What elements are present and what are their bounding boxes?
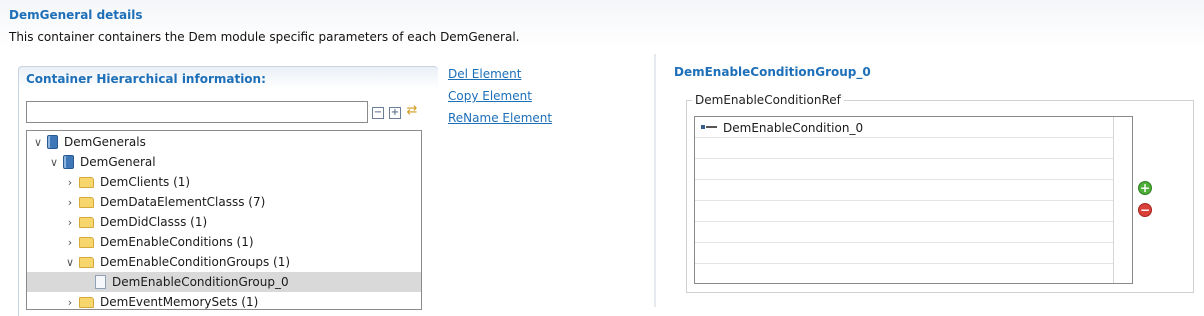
folder-icon bbox=[79, 176, 94, 188]
del-element-link[interactable]: Del Element bbox=[448, 67, 521, 81]
list-divider bbox=[695, 137, 1113, 138]
list-divider bbox=[695, 179, 1113, 180]
page-title: DemGeneral details bbox=[9, 8, 143, 22]
tree-node-demgeneral[interactable]: ∨ DemGeneral bbox=[27, 152, 421, 172]
chevron-right-icon[interactable]: › bbox=[63, 216, 77, 229]
tree-node-label: DemEnableConditions (1) bbox=[100, 235, 254, 249]
link-with-editor-icon[interactable]: ⇄ bbox=[405, 104, 419, 118]
container-icon bbox=[63, 155, 74, 169]
folder-icon bbox=[79, 216, 94, 228]
tree-node-demclients[interactable]: › DemClients (1) bbox=[27, 172, 421, 192]
page-description: This container containers the Dem module… bbox=[9, 30, 520, 44]
list-divider bbox=[695, 221, 1113, 222]
chevron-down-icon[interactable]: ∨ bbox=[47, 156, 61, 169]
chevron-right-icon[interactable]: › bbox=[63, 196, 77, 209]
container-tree[interactable]: ∨ DemGenerals ∨ DemGeneral › DemClients … bbox=[26, 130, 422, 310]
list-item[interactable]: DemEnableCondition_0 bbox=[701, 121, 863, 135]
tree-filter-input[interactable] bbox=[26, 101, 368, 123]
panel-divider bbox=[654, 54, 656, 307]
tree-node-label: DemClients (1) bbox=[100, 175, 191, 189]
rename-element-link[interactable]: ReName Element bbox=[448, 111, 552, 125]
chevron-right-icon[interactable]: › bbox=[63, 176, 77, 189]
copy-element-link[interactable]: Copy Element bbox=[448, 89, 532, 103]
list-column-divider bbox=[1113, 117, 1114, 283]
chevron-down-icon[interactable]: ∨ bbox=[63, 256, 77, 269]
reference-groupbox-label: DemEnableConditionRef bbox=[692, 93, 844, 107]
file-icon bbox=[95, 275, 106, 289]
list-divider bbox=[695, 200, 1113, 201]
list-item-label: DemEnableCondition_0 bbox=[723, 121, 864, 135]
tree-node-demenableconditiongroup-0[interactable]: DemEnableConditionGroup_0 bbox=[27, 272, 421, 292]
add-reference-button[interactable]: + bbox=[1138, 181, 1152, 195]
folder-open-icon bbox=[79, 256, 94, 268]
folder-icon bbox=[79, 296, 94, 308]
tree-node-label: DemGenerals bbox=[64, 135, 146, 149]
collapse-all-icon[interactable]: − bbox=[372, 107, 384, 119]
list-divider bbox=[695, 158, 1113, 159]
folder-icon bbox=[79, 236, 94, 248]
tree-node-demgenerals[interactable]: ∨ DemGenerals bbox=[27, 132, 421, 152]
reference-icon bbox=[701, 124, 717, 132]
list-divider bbox=[695, 263, 1113, 264]
tree-node-label: DemDidClasss (1) bbox=[100, 215, 208, 229]
tree-node-label: DemDataElementClasss (7) bbox=[100, 195, 266, 209]
chevron-right-icon[interactable]: › bbox=[63, 236, 77, 249]
tree-node-demeventmemorysets[interactable]: › DemEventMemorySets (1) bbox=[27, 292, 421, 309]
tree-node-label: DemEnableConditionGroups (1) bbox=[100, 255, 291, 269]
chevron-down-icon[interactable]: ∨ bbox=[31, 136, 45, 149]
tree-node-demdataelementclasss[interactable]: › DemDataElementClasss (7) bbox=[27, 192, 421, 212]
element-title: DemEnableConditionGroup_0 bbox=[674, 65, 871, 79]
folder-icon bbox=[79, 196, 94, 208]
hierarchy-section-title: Container Hierarchical information: bbox=[26, 72, 266, 86]
tree-node-label: DemGeneral bbox=[80, 155, 156, 169]
tree-node-demenableconditiongroups[interactable]: ∨ DemEnableConditionGroups (1) bbox=[27, 252, 421, 272]
tree-node-demdidclasss[interactable]: › DemDidClasss (1) bbox=[27, 212, 421, 232]
list-divider bbox=[695, 242, 1113, 243]
tree-node-label: DemEnableConditionGroup_0 bbox=[112, 275, 289, 289]
remove-reference-button[interactable]: − bbox=[1138, 203, 1152, 217]
tree-node-demenableconditions[interactable]: › DemEnableConditions (1) bbox=[27, 232, 421, 252]
container-icon bbox=[47, 135, 58, 149]
reference-list[interactable]: DemEnableCondition_0 bbox=[694, 116, 1133, 284]
expand-all-icon[interactable]: + bbox=[389, 107, 401, 119]
